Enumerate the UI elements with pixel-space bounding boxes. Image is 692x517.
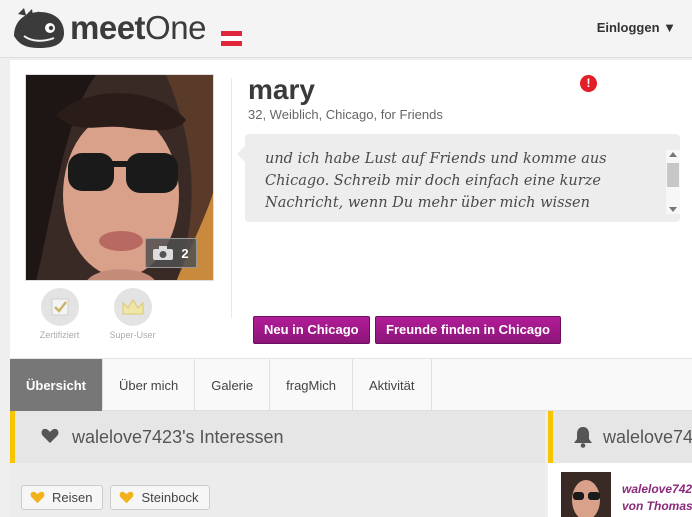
scroll-thumb[interactable]: [667, 163, 679, 187]
logo-wordmark: meetOne: [70, 9, 206, 46]
profile-photo[interactable]: 2: [25, 74, 214, 281]
activity-title: walelove7423's: [603, 427, 692, 447]
photo-count: 2: [181, 245, 189, 261]
heart-icon: [120, 491, 134, 504]
badge-super-user[interactable]: Super-User: [105, 288, 160, 340]
about-bubble: und ich habe Lust auf Friends und komme …: [237, 134, 680, 222]
crown-icon: [113, 288, 152, 326]
bell-icon: [574, 427, 592, 448]
profile-info: 32, Weiblich, Chicago, for Friends: [248, 107, 443, 122]
heart-icon: [41, 428, 59, 443]
new-in-city-button[interactable]: Neu in Chicago: [253, 316, 370, 344]
interest-label: Steinbock: [141, 490, 199, 505]
tab-overview[interactable]: Übersicht: [10, 359, 103, 411]
about-text: und ich habe Lust auf Friends und komme …: [265, 151, 607, 211]
interest-chip[interactable]: Steinbock: [110, 485, 210, 510]
interests-header: walelove7423's Interessen: [10, 411, 545, 463]
profile-tabs: Übersicht Über mich Galerie fragMich Akt…: [10, 358, 692, 411]
divider: [231, 78, 232, 318]
profile-card: 2 Zertifiziert Super-User mary 32, Weibl…: [10, 60, 692, 358]
report-alert-icon[interactable]: !: [580, 75, 597, 92]
find-friends-button[interactable]: Freunde finden in Chicago: [375, 316, 561, 344]
activity-user: walelove7423: [622, 482, 692, 496]
heart-icon: [30, 491, 45, 504]
scroll-down-icon[interactable]: [669, 207, 677, 212]
activity-header: walelove7423's: [548, 411, 692, 463]
certified-icon: [40, 288, 79, 326]
about-scrollbar[interactable]: [666, 150, 680, 214]
top-bar: meetOne Einloggen ▼: [0, 0, 692, 58]
avatar[interactable]: [561, 472, 611, 517]
scroll-up-icon[interactable]: [669, 152, 677, 157]
tab-ask-me[interactable]: fragMich: [270, 359, 353, 411]
profile-name: mary: [248, 74, 315, 105]
activity-entry[interactable]: walelove7423 von Thomas: [622, 481, 692, 515]
logo[interactable]: meetOne: [10, 6, 206, 50]
interests-title: walelove7423's Interessen: [72, 427, 284, 447]
badge-list: Zertifiziert Super-User: [32, 288, 160, 340]
activity-from: von Thomas: [622, 499, 692, 513]
language-flag-icon[interactable]: [221, 31, 242, 46]
badge-label: Super-User: [109, 330, 156, 340]
tab-activity[interactable]: Aktivität: [353, 359, 432, 411]
interest-label: Reisen: [52, 490, 93, 505]
interest-chip[interactable]: Reisen: [21, 485, 104, 510]
badge-label: Zertifiziert: [39, 330, 80, 340]
logo-bird-icon: [14, 8, 64, 48]
camera-icon: [153, 246, 174, 260]
tab-about-me[interactable]: Über mich: [103, 359, 196, 411]
tab-gallery[interactable]: Galerie: [195, 359, 271, 411]
login-dropdown[interactable]: Einloggen ▼: [597, 20, 676, 35]
badge-certified[interactable]: Zertifiziert: [32, 288, 87, 340]
photo-count-badge[interactable]: 2: [145, 238, 197, 268]
interest-list: Reisen Steinbock: [21, 485, 210, 510]
activity-panel: walelove7423's walelove7423 von Thomas: [548, 411, 692, 517]
interests-panel: walelove7423's Interessen Reisen Steinbo…: [10, 411, 545, 517]
